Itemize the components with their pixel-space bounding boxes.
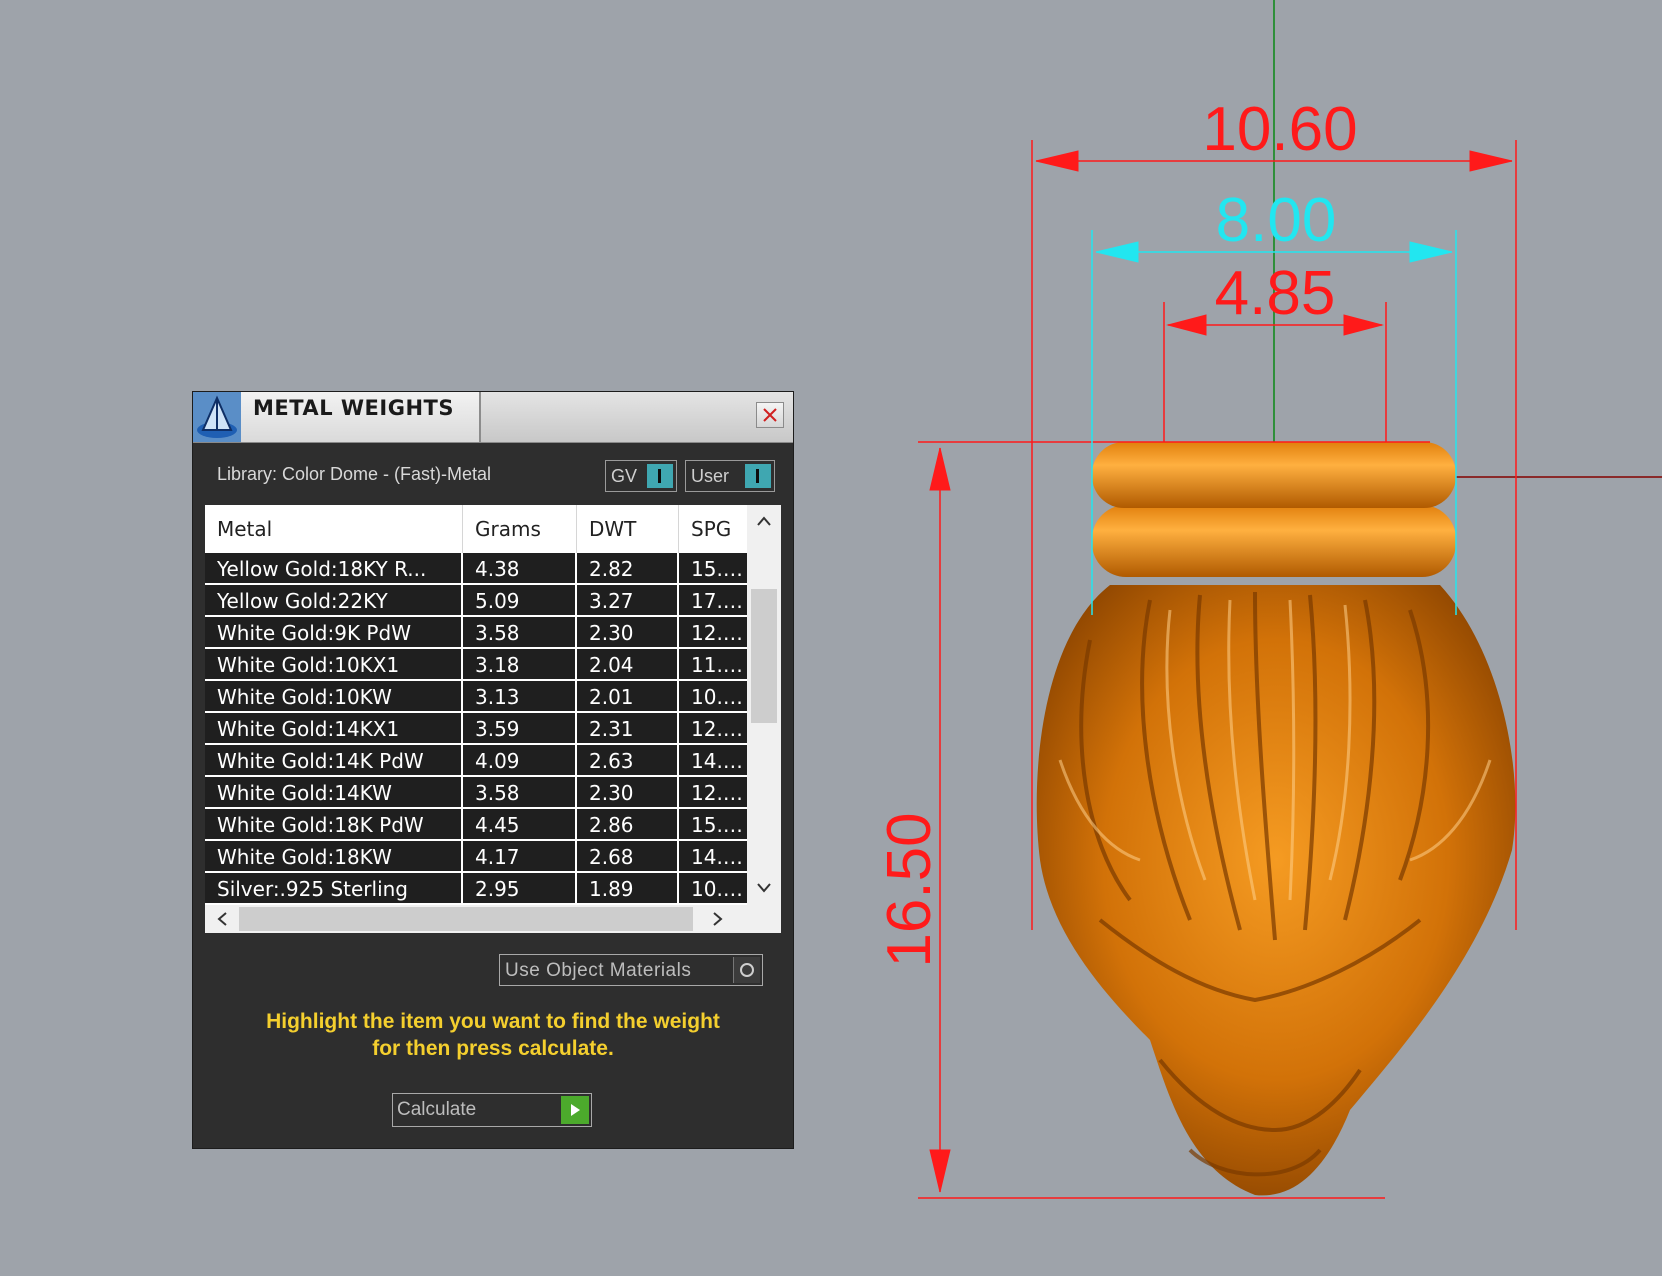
user-toggle-switch[interactable] bbox=[745, 464, 771, 488]
metal-weights-dialog: METAL WEIGHTS Library: Color Dome - (Fas… bbox=[193, 392, 793, 1148]
cell-metal: Yellow Gold:22KY bbox=[205, 585, 463, 617]
cell-metal: White Gold:14K PdW bbox=[205, 745, 463, 777]
app-logo-icon bbox=[193, 392, 241, 442]
cell-metal: White Gold:14KX1 bbox=[205, 713, 463, 745]
dialog-title: METAL WEIGHTS bbox=[253, 396, 454, 420]
cell-dwt: 2.86 bbox=[577, 809, 679, 841]
user-toggle-label: User bbox=[691, 466, 730, 486]
cell-spg: 10.99 bbox=[679, 681, 747, 713]
cell-spg: 10.36 bbox=[679, 873, 747, 905]
horizontal-scroll-thumb[interactable] bbox=[239, 907, 693, 931]
column-header-spg[interactable]: SPG bbox=[679, 505, 747, 553]
model-body bbox=[1036, 442, 1516, 1196]
gv-toggle-label: GV bbox=[611, 466, 638, 486]
table-row[interactable]: White Gold:14KX1 3.59 2.31 12.61 bbox=[205, 713, 747, 745]
scroll-down-icon[interactable] bbox=[747, 873, 781, 901]
dialog-titlebar[interactable]: METAL WEIGHTS bbox=[193, 392, 793, 443]
cell-spg: 14.37 bbox=[679, 745, 747, 777]
cell-metal: White Gold:18KW bbox=[205, 841, 463, 873]
dim-outer-width-text: 10.60 bbox=[1202, 95, 1357, 164]
cell-spg: 12.59 bbox=[679, 777, 747, 809]
scroll-left-icon[interactable] bbox=[207, 905, 237, 933]
cell-dwt: 2.04 bbox=[577, 649, 679, 681]
cell-dwt: 2.30 bbox=[577, 777, 679, 809]
table-row[interactable]: White Gold:10KW 3.13 2.01 10.99 bbox=[205, 681, 747, 713]
metal-table: Metal Grams DWT SPG Yellow Gold:18KY R..… bbox=[205, 505, 781, 933]
instruction-text: Highlight the item you want to find the … bbox=[193, 1008, 793, 1062]
cell-metal: White Gold:9K PdW bbox=[205, 617, 463, 649]
cell-spg: 15.65 bbox=[679, 809, 747, 841]
cell-grams: 3.58 bbox=[463, 777, 577, 809]
table-row[interactable]: Silver:.925 Sterling 2.95 1.89 10.36 bbox=[205, 873, 747, 905]
vertical-scrollbar[interactable] bbox=[747, 505, 781, 905]
cell-spg: 12.61 bbox=[679, 713, 747, 745]
calculate-label: Calculate bbox=[397, 1099, 477, 1120]
gv-toggle-switch[interactable] bbox=[647, 464, 673, 488]
cell-grams: 2.95 bbox=[463, 873, 577, 905]
calculate-button[interactable]: Calculate bbox=[392, 1093, 592, 1127]
instruction-line-1: Highlight the item you want to find the … bbox=[266, 1010, 720, 1033]
radio-icon[interactable] bbox=[733, 957, 760, 983]
cell-grams: 4.38 bbox=[463, 553, 577, 585]
cell-metal: Yellow Gold:18KY R... bbox=[205, 553, 463, 585]
use-object-materials-label: Use Object Materials bbox=[505, 960, 692, 981]
cell-grams: 3.13 bbox=[463, 681, 577, 713]
viewport[interactable]: 16.50 10.60 8.00 4.85 METAL WEIGHTS Libr… bbox=[0, 0, 1662, 1276]
table-row[interactable]: Yellow Gold:18KY R... 4.38 2.82 15.41 bbox=[205, 553, 747, 585]
cell-metal: White Gold:18K PdW bbox=[205, 809, 463, 841]
cell-grams: 3.59 bbox=[463, 713, 577, 745]
cell-spg: 14.66 bbox=[679, 841, 747, 873]
cell-dwt: 2.82 bbox=[577, 553, 679, 585]
cell-grams: 4.09 bbox=[463, 745, 577, 777]
cell-grams: 5.09 bbox=[463, 585, 577, 617]
cell-metal: White Gold:10KX1 bbox=[205, 649, 463, 681]
cell-dwt: 3.27 bbox=[577, 585, 679, 617]
gv-toggle[interactable]: GV bbox=[605, 460, 677, 492]
cell-metal: Silver:.925 Sterling bbox=[205, 873, 463, 905]
cell-dwt: 2.31 bbox=[577, 713, 679, 745]
cell-grams: 4.45 bbox=[463, 809, 577, 841]
cell-grams: 3.58 bbox=[463, 617, 577, 649]
close-button[interactable] bbox=[756, 402, 784, 428]
table-body: Yellow Gold:18KY R... 4.38 2.82 15.41 Yellow… bbox=[205, 553, 747, 905]
dim-inner-width-text: 4.85 bbox=[1215, 259, 1336, 328]
table-row[interactable]: White Gold:18KW 4.17 2.68 14.66 bbox=[205, 841, 747, 873]
table-row[interactable]: White Gold:14K PdW 4.09 2.63 14.37 bbox=[205, 745, 747, 777]
dim-mid-width-text: 8.00 bbox=[1216, 186, 1337, 255]
dim-height-text: 16.50 bbox=[875, 812, 944, 967]
vertical-scroll-thumb[interactable] bbox=[751, 589, 777, 723]
library-label: Library: Color Dome - (Fast)-Metal bbox=[217, 464, 492, 484]
cell-dwt: 2.68 bbox=[577, 841, 679, 873]
instruction-line-2: for then press calculate. bbox=[372, 1037, 614, 1060]
cell-dwt: 2.30 bbox=[577, 617, 679, 649]
close-icon bbox=[763, 408, 777, 422]
table-row[interactable]: White Gold:9K PdW 3.58 2.30 12.59 bbox=[205, 617, 747, 649]
cell-metal: White Gold:10KW bbox=[205, 681, 463, 713]
column-header-dwt[interactable]: DWT bbox=[577, 505, 679, 553]
cell-spg: 15.41 bbox=[679, 553, 747, 585]
cell-metal: White Gold:14KW bbox=[205, 777, 463, 809]
cell-spg: 12.59 bbox=[679, 617, 747, 649]
use-object-materials-toggle[interactable]: Use Object Materials bbox=[499, 954, 763, 986]
table-row[interactable]: White Gold:18K PdW 4.45 2.86 15.65 bbox=[205, 809, 747, 841]
table-row[interactable]: Yellow Gold:22KY 5.09 3.27 17.89 bbox=[205, 585, 747, 617]
cell-spg: 17.89 bbox=[679, 585, 747, 617]
scroll-right-icon[interactable] bbox=[703, 905, 733, 933]
table-header: Metal Grams DWT SPG bbox=[205, 505, 747, 553]
cell-grams: 3.18 bbox=[463, 649, 577, 681]
user-toggle[interactable]: User bbox=[685, 460, 775, 492]
horizontal-scrollbar[interactable] bbox=[205, 905, 781, 933]
column-header-grams[interactable]: Grams bbox=[463, 505, 577, 553]
cell-dwt: 2.01 bbox=[577, 681, 679, 713]
cell-dwt: 1.89 bbox=[577, 873, 679, 905]
table-row[interactable]: White Gold:14KW 3.58 2.30 12.59 bbox=[205, 777, 747, 809]
cell-spg: 11.18 bbox=[679, 649, 747, 681]
play-icon[interactable] bbox=[561, 1096, 589, 1124]
column-header-metal[interactable]: Metal bbox=[205, 505, 463, 553]
cell-grams: 4.17 bbox=[463, 841, 577, 873]
scroll-up-icon[interactable] bbox=[747, 507, 781, 535]
table-row[interactable]: White Gold:10KX1 3.18 2.04 11.18 bbox=[205, 649, 747, 681]
cell-dwt: 2.63 bbox=[577, 745, 679, 777]
